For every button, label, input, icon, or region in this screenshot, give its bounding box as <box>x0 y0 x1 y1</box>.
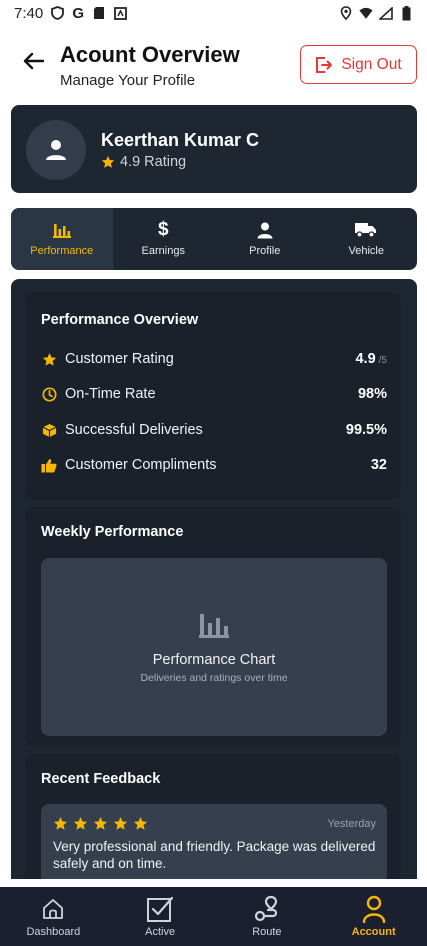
metric-customer-rating: Customer Rating 4.9/5 <box>41 349 387 369</box>
google-icon: G <box>72 4 85 22</box>
weekly-performance-title: Weekly Performance <box>41 524 184 540</box>
metric-label: Customer Compliments <box>65 457 217 473</box>
home-icon <box>41 895 65 923</box>
star-icon <box>113 816 128 830</box>
bar-chart-icon <box>52 221 71 239</box>
clock-icon <box>41 386 57 402</box>
checkbox-icon <box>146 895 174 923</box>
nav-label: Active <box>145 926 176 938</box>
nav-active[interactable]: Active <box>107 887 214 946</box>
page-subtitle: Manage Your Profile <box>60 72 196 89</box>
back-button[interactable] <box>20 48 46 74</box>
tab-vehicle[interactable]: Vehicle <box>316 208 418 270</box>
battery-icon <box>399 5 413 20</box>
star-icon <box>133 816 148 830</box>
bottom-nav: Dashboard Active Route Account <box>0 887 427 946</box>
star-icon <box>101 155 115 168</box>
nav-route[interactable]: Route <box>214 887 321 946</box>
nav-account[interactable]: Account <box>320 887 427 946</box>
tab-label: Vehicle <box>348 245 384 257</box>
star-icon <box>41 351 57 367</box>
tab-label: Profile <box>249 245 281 257</box>
nav-dashboard[interactable]: Dashboard <box>0 887 107 946</box>
sign-out-label: Sign Out <box>341 55 402 73</box>
truck-icon <box>355 221 377 239</box>
location-icon <box>339 6 353 20</box>
recent-feedback-title: Recent Feedback <box>41 771 161 787</box>
metric-customer-compliments: Customer Compliments 32 <box>41 455 387 475</box>
chart-placeholder-title: Performance Chart <box>152 652 276 668</box>
bar-chart-icon <box>199 612 229 643</box>
arrow-left-icon <box>23 52 44 70</box>
metric-value: 99.5% <box>345 422 387 438</box>
profile-name: Keerthan Kumar C <box>101 130 260 150</box>
tab-label: Earnings <box>141 245 185 257</box>
nav-label: Account <box>351 926 396 938</box>
metric-value: 32 <box>370 457 387 473</box>
tab-label: Performance <box>30 245 94 257</box>
profile-rating-text: 4.9 Rating <box>120 154 187 170</box>
avatar <box>26 120 86 180</box>
tab-bar: Performance $ Earnings Profile Vehicle <box>11 208 417 270</box>
tab-profile[interactable]: Profile <box>214 208 316 270</box>
feedback-text: Very professional and friendly. Package … <box>53 839 376 871</box>
chart-placeholder-subtitle: Deliveries and ratings over time <box>140 672 288 684</box>
person-icon <box>46 140 66 160</box>
package-icon <box>41 422 57 438</box>
chart-placeholder: Performance Chart Deliveries and ratings… <box>41 558 387 736</box>
performance-panel[interactable]: Performance Overview Customer Rating 4.9… <box>11 279 417 879</box>
sd-card-icon <box>92 6 106 20</box>
account-icon <box>362 895 386 923</box>
metric-label: Successful Deliveries <box>65 422 203 438</box>
weekly-performance-card: Weekly Performance Performance Chart Del… <box>25 507 401 747</box>
page-title: Acount Overview <box>60 42 240 67</box>
metric-value: 4.9/5 <box>355 351 387 367</box>
notification-icon <box>113 6 127 20</box>
sign-out-button[interactable]: Sign Out <box>300 45 417 84</box>
metric-successful-deliveries: Successful Deliveries 99.5% <box>41 420 387 440</box>
nav-label: Dashboard <box>26 926 81 938</box>
status-bar: 7:40 G <box>0 0 427 26</box>
performance-overview-card: Performance Overview Customer Rating 4.9… <box>25 292 401 500</box>
recent-feedback-card: Recent Feedback Yesterday Very professio… <box>25 754 401 879</box>
profile-rating: 4.9 Rating <box>101 154 186 170</box>
star-icon <box>73 816 88 830</box>
page-header: Acount Overview Manage Your Profile Sign… <box>0 36 427 96</box>
metric-value: 98% <box>357 386 387 402</box>
dollar-icon: $ <box>157 219 169 240</box>
wifi-icon <box>359 6 373 20</box>
nav-label: Route <box>252 926 282 938</box>
metric-label: Customer Rating <box>65 351 174 367</box>
star-icon <box>93 816 108 830</box>
logout-icon <box>316 56 333 73</box>
route-icon <box>253 895 281 923</box>
thumbs-up-icon <box>41 457 57 473</box>
feedback-stars <box>53 816 148 831</box>
tab-earnings[interactable]: $ Earnings <box>113 208 215 270</box>
feedback-item: Yesterday Very professional and friendly… <box>41 804 387 879</box>
status-time: 7:40 <box>14 4 44 22</box>
metric-label: On-Time Rate <box>65 386 156 402</box>
feedback-date: Yesterday <box>327 818 376 830</box>
shield-icon <box>50 6 64 20</box>
metric-on-time-rate: On-Time Rate 98% <box>41 384 387 404</box>
signal-icon <box>379 6 393 20</box>
performance-overview-title: Performance Overview <box>41 312 199 328</box>
tab-performance[interactable]: Performance <box>11 208 113 270</box>
profile-card: Keerthan Kumar C 4.9 Rating <box>11 105 417 193</box>
person-icon <box>257 221 273 239</box>
star-icon <box>53 816 68 830</box>
